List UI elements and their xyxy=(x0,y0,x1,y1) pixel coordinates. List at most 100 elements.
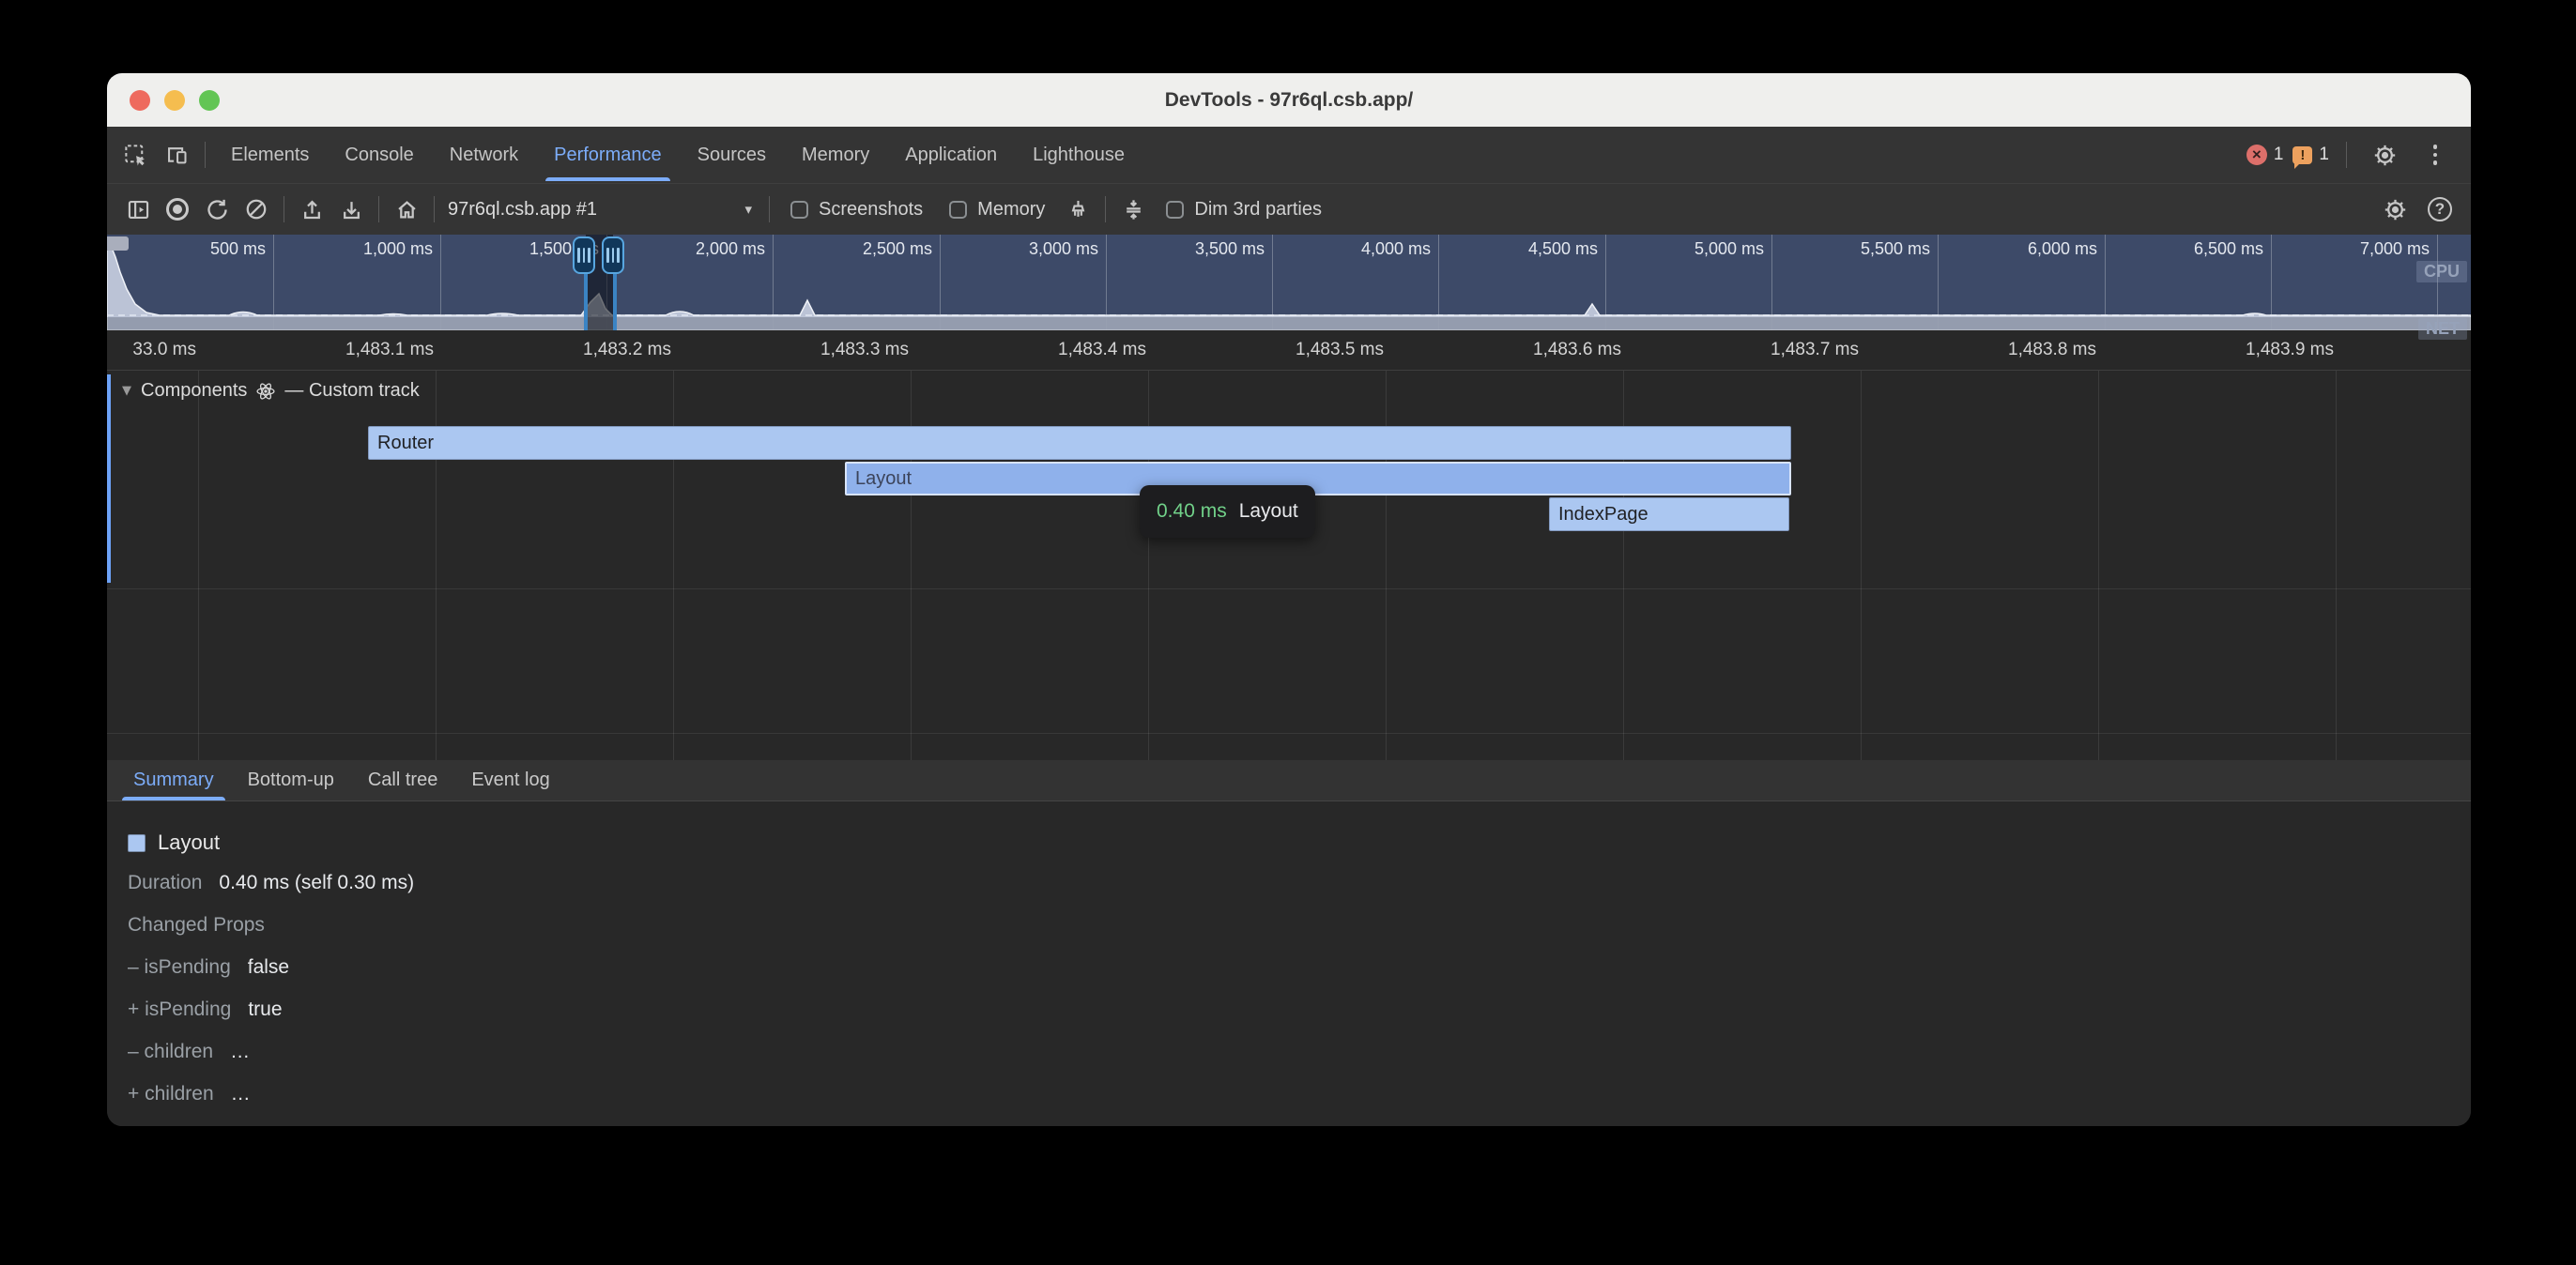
ruler-tick-label: 1,483.4 ms xyxy=(1058,330,1146,370)
flame-bar-router[interactable]: Router xyxy=(368,426,1791,460)
ruler-tick-label: 1,483.7 ms xyxy=(1771,330,1859,370)
overview-corner-chip xyxy=(107,236,129,251)
help-icon[interactable]: ? xyxy=(2420,190,2460,229)
tab-network[interactable]: Network xyxy=(432,127,536,183)
toolbar-separator xyxy=(769,196,770,222)
flame-bar-layout[interactable]: Layout xyxy=(845,462,1791,495)
cpu-track-label: CPU xyxy=(2416,261,2467,282)
timeline-overview[interactable]: 500 ms1,000 ms1,500 ms2,000 ms2,500 ms3,… xyxy=(107,235,2471,330)
more-options-icon[interactable] xyxy=(2415,145,2456,165)
tab-application[interactable]: Application xyxy=(887,127,1015,183)
window-title: DevTools - 97r6ql.csb.app/ xyxy=(1165,89,1414,112)
summary-row-value: false xyxy=(248,956,289,979)
tab-console[interactable]: Console xyxy=(327,127,431,183)
tooltip-duration: 0.40 ms xyxy=(1157,500,1227,523)
tab-summary[interactable]: Summary xyxy=(116,760,231,800)
tooltip-label: Layout xyxy=(1239,500,1298,523)
toggle-sidebar-icon[interactable] xyxy=(118,190,158,229)
detail-time-ruler: 33.0 ms1,483.1 ms1,483.2 ms1,483.3 ms1,4… xyxy=(107,330,2471,371)
dim-3rd-parties-label: Dim 3rd parties xyxy=(1194,199,1322,221)
summary-row--children: – children… xyxy=(128,1030,2471,1073)
track-subtitle: — Custom track xyxy=(284,380,419,402)
tabbar-right-cluster: × 1 ! 1 xyxy=(2246,127,2471,183)
details-tabbar: SummaryBottom-upCall treeEvent log xyxy=(107,760,2471,801)
console-errors-badge[interactable]: × 1 xyxy=(2246,145,2284,165)
net-track-label: NET xyxy=(2418,318,2467,340)
close-window-button[interactable] xyxy=(130,90,150,111)
summary-row--ispending: – isPendingfalse xyxy=(128,946,2471,988)
track-title: Components xyxy=(141,380,247,402)
collect-garbage-icon[interactable] xyxy=(1058,190,1097,229)
flamechart-area[interactable]: ▼ Components — Custom track Router Layou… xyxy=(107,371,2471,760)
screenshots-label: Screenshots xyxy=(819,199,923,221)
summary-title-row: Layout xyxy=(128,824,2471,861)
summary-row--ispending: + isPending true xyxy=(128,988,2471,1030)
summary-row-value: true xyxy=(248,998,282,1021)
clear-icon[interactable] xyxy=(237,190,276,229)
tab-sources[interactable]: Sources xyxy=(680,127,784,183)
summary-row-duration: Duration 0.40 ms (self 0.30 ms) xyxy=(128,861,2471,904)
summary-row-value: 0.40 ms (self 0.30 ms) xyxy=(219,872,414,894)
ruler-tick-label: 1,483.9 ms xyxy=(2246,330,2334,370)
home-icon[interactable] xyxy=(387,190,426,229)
error-count: 1 xyxy=(2274,145,2284,165)
ruler-tick-label: 1,483.2 ms xyxy=(583,330,671,370)
target-selector[interactable]: 97r6ql.csb.app #1 ▾ xyxy=(442,199,761,221)
inspect-element-icon[interactable] xyxy=(115,127,156,183)
selection-right-handle[interactable] xyxy=(602,236,624,274)
grid-line xyxy=(198,371,199,760)
grid-line xyxy=(2098,371,2099,760)
tab-memory[interactable]: Memory xyxy=(784,127,887,183)
grid-line xyxy=(1861,371,1862,760)
memory-checkbox[interactable]: Memory xyxy=(949,199,1045,221)
capture-settings-gear-icon[interactable] xyxy=(2375,190,2415,229)
device-toolbar-icon[interactable] xyxy=(156,127,197,183)
selection-left-handle[interactable] xyxy=(573,236,595,274)
tabbar-separator xyxy=(2346,142,2347,168)
download-profile-icon[interactable] xyxy=(331,190,371,229)
summary-row-label: + isPending xyxy=(128,998,231,1021)
target-label: 97r6ql.csb.app #1 xyxy=(448,199,597,221)
toolbar-separator xyxy=(434,196,435,222)
titlebar: DevTools - 97r6ql.csb.app/ xyxy=(107,73,2471,127)
issues-badge[interactable]: ! 1 xyxy=(2292,145,2329,165)
ruler-tick-label: 33.0 ms xyxy=(132,330,196,370)
grid-line xyxy=(107,733,2471,734)
zoom-window-button[interactable] xyxy=(199,90,220,111)
summary-row-label: Duration xyxy=(128,872,202,894)
record-and-reload-icon[interactable] xyxy=(197,190,237,229)
record-icon[interactable] xyxy=(158,190,197,229)
minimize-window-button[interactable] xyxy=(164,90,185,111)
chevron-down-icon: ▾ xyxy=(744,201,752,218)
summary-pane: Layout Duration0.40 ms (self 0.30 ms)Cha… xyxy=(107,801,2471,1126)
settings-gear-icon[interactable] xyxy=(2364,143,2405,168)
error-icon: × xyxy=(2246,145,2267,165)
timeline-scrubber: 500 ms1,000 ms1,500 ms2,000 ms2,500 ms3,… xyxy=(107,235,2471,371)
summary-row-value: … xyxy=(230,1041,250,1063)
summary-row--children: + children… xyxy=(128,1073,2471,1115)
devtools-tabbar: ElementsConsoleNetworkPerformanceSources… xyxy=(107,127,2471,183)
tab-lighthouse[interactable]: Lighthouse xyxy=(1015,127,1142,183)
track-header[interactable]: ▼ Components — Custom track xyxy=(122,380,420,402)
network-strip xyxy=(107,317,2471,330)
devtools-window: DevTools - 97r6ql.csb.app/ ElementsConso… xyxy=(107,73,2471,1126)
toolbar-separator xyxy=(378,196,379,222)
collapse-track-icon[interactable]: ▼ xyxy=(122,384,131,398)
memory-label: Memory xyxy=(977,199,1045,221)
checkbox-box xyxy=(790,201,808,219)
upload-profile-icon[interactable] xyxy=(292,190,331,229)
summary-title: Layout xyxy=(158,831,220,855)
checkbox-box xyxy=(949,201,967,219)
tab-call-tree[interactable]: Call tree xyxy=(351,760,454,800)
tab-elements[interactable]: Elements xyxy=(213,127,327,183)
tab-event-log[interactable]: Event log xyxy=(454,760,566,800)
toolbar-separator xyxy=(1105,196,1106,222)
flame-bar-indexpage[interactable]: IndexPage xyxy=(1549,497,1789,531)
summary-row-value: … xyxy=(231,1083,251,1105)
tab-bottom-up[interactable]: Bottom-up xyxy=(231,760,351,800)
ruler-tick-label: 1,483.6 ms xyxy=(1533,330,1621,370)
screenshots-checkbox[interactable]: Screenshots xyxy=(790,199,923,221)
dim-3rd-parties-checkbox[interactable]: Dim 3rd parties xyxy=(1166,199,1322,221)
shrink-flamechart-icon[interactable] xyxy=(1113,190,1153,229)
tab-performance[interactable]: Performance xyxy=(536,127,680,183)
